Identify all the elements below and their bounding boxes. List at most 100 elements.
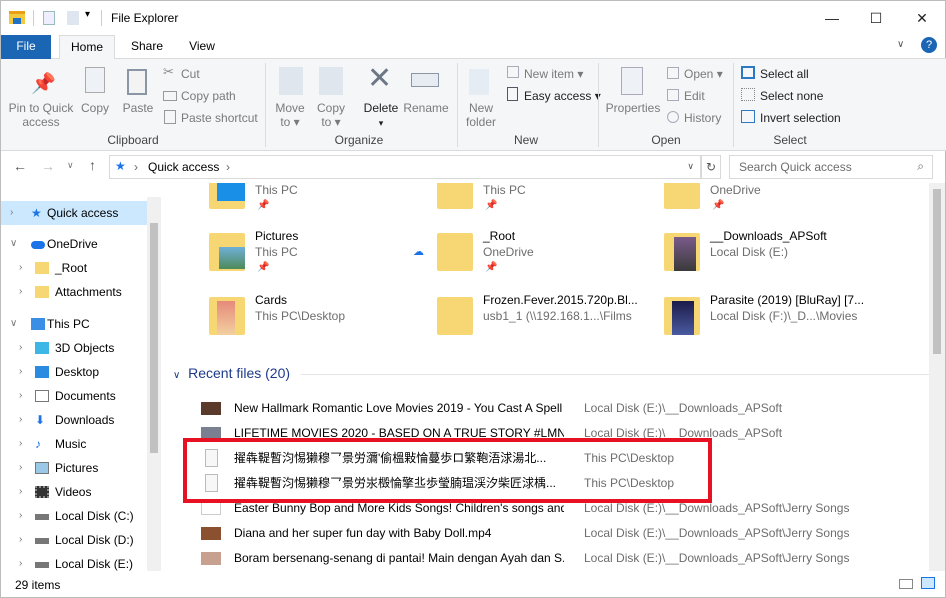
details-view-button[interactable] xyxy=(899,579,913,589)
properties-quick-icon[interactable] xyxy=(43,11,55,25)
tab-home[interactable]: Home xyxy=(59,35,115,60)
ribbon-tabs: File Home Share View ∨ ? xyxy=(1,35,946,60)
downloads-folder-icon xyxy=(437,183,473,209)
sidebar-item-this-pc[interactable]: ∨ This PC xyxy=(1,312,147,336)
folder-icon xyxy=(35,286,49,298)
new-folder-button[interactable]: New folder xyxy=(461,101,501,129)
cloud-icon xyxy=(31,241,45,249)
sidebar-item-onedrive[interactable]: ∨ OneDrive xyxy=(1,232,147,256)
sidebar-item-music[interactable]: › ♪ Music xyxy=(1,432,147,456)
folder-tile[interactable]: _Root OneDrive 📌 xyxy=(437,229,687,285)
star-icon: ★ xyxy=(31,206,42,220)
copy-icon xyxy=(85,67,105,93)
folder-icon xyxy=(35,262,49,274)
delete-button[interactable]: Delete ▾ xyxy=(361,101,401,130)
sidebar-item-root[interactable]: › _Root xyxy=(1,256,147,280)
refresh-button[interactable]: ↻ xyxy=(701,155,721,179)
open-group-label: Open xyxy=(651,133,681,147)
open-button[interactable]: Open ▾ xyxy=(684,67,723,81)
new-item-button[interactable]: New item ▾ xyxy=(524,67,583,81)
customize-toolbar-icon[interactable]: ▾ xyxy=(85,9,90,20)
drive-icon xyxy=(35,514,49,520)
folder-tile[interactable]: __Downloads_APSoft Local Disk (E:) xyxy=(664,229,914,285)
sidebar-item-local-disk-c[interactable]: › Local Disk (C:) xyxy=(1,504,147,528)
copy-button[interactable]: Copy xyxy=(77,101,113,115)
recent-file-row[interactable]: New Hallmark Romantic Love Movies 2019 -… xyxy=(201,396,941,421)
folder-tile[interactable]: This PC 📌 xyxy=(437,183,687,223)
recent-locations-button[interactable]: ∨ xyxy=(67,160,74,171)
new-folder-quick-icon[interactable] xyxy=(67,11,79,25)
copy-path-icon xyxy=(163,91,177,101)
address-path[interactable]: Quick access xyxy=(148,160,219,174)
folder-tile[interactable]: Frozen.Fever.2015.720p.Bl... usb1_1 (\\19… xyxy=(437,293,687,349)
tab-file[interactable]: File xyxy=(1,35,51,59)
close-button[interactable]: ✕ xyxy=(899,1,945,35)
sidebar-item-pictures[interactable]: › Pictures xyxy=(1,456,147,480)
paste-shortcut-icon xyxy=(164,110,176,124)
folder-icon xyxy=(437,233,473,271)
address-bar[interactable]: ★ › Quick access › ∨ xyxy=(109,155,701,179)
collapse-ribbon-icon[interactable]: ∨ xyxy=(897,39,904,50)
delete-icon: ✕ xyxy=(367,62,393,95)
copy-to-button[interactable]: Copy to ▾ xyxy=(311,101,351,129)
easy-access-button[interactable]: Easy access ▾ xyxy=(524,89,601,103)
sidebar-item-downloads[interactable]: › ⬇ Downloads xyxy=(1,408,147,432)
back-button[interactable]: ← xyxy=(13,158,27,174)
up-button[interactable]: ↑ xyxy=(89,157,96,173)
large-icons-view-button[interactable] xyxy=(921,577,935,589)
search-input[interactable]: Search Quick access ⌕ xyxy=(729,155,933,179)
cut-button[interactable]: Cut xyxy=(181,67,200,81)
sidebar-item-videos[interactable]: › Videos xyxy=(1,480,147,504)
cube-icon xyxy=(35,342,49,354)
select-group-label: Select xyxy=(773,133,807,147)
select-all-icon xyxy=(741,66,755,79)
sidebar-item-documents[interactable]: › Documents xyxy=(1,384,147,408)
sidebar-item-desktop[interactable]: › Desktop xyxy=(1,360,147,384)
pictures-folder-icon xyxy=(209,233,245,271)
tab-view[interactable]: View xyxy=(175,35,229,59)
select-none-icon xyxy=(741,88,755,101)
recent-file-row[interactable]: Boram bersenang-senang di pantai! Main d… xyxy=(201,546,941,571)
properties-button[interactable]: Properties xyxy=(605,101,661,115)
forward-button[interactable]: → xyxy=(41,158,55,174)
recent-files-header[interactable]: ∨ Recent files (20) xyxy=(173,365,290,381)
pin-icon: 📌 xyxy=(257,262,270,273)
sidebar-scrollbar[interactable] xyxy=(147,197,161,571)
properties-icon xyxy=(621,67,643,95)
content-scrollbar[interactable] xyxy=(929,183,945,571)
maximize-button[interactable]: ☐ xyxy=(853,1,899,35)
pin-to-quick-access-button[interactable]: Pin to Quick access xyxy=(5,101,77,129)
tab-share[interactable]: Share xyxy=(119,35,175,59)
select-none-button[interactable]: Select none xyxy=(760,89,823,103)
move-to-button[interactable]: Move to ▾ xyxy=(271,101,309,129)
navigation-pane: › ★ Quick access ∨ OneDrive › _Root › Attachm… xyxy=(1,197,161,571)
highlight-annotation-box xyxy=(183,438,712,503)
recent-file-row[interactable]: Diana and her super fun day with Baby Do… xyxy=(201,521,941,546)
folder-tile[interactable]: Cards This PC\Desktop xyxy=(209,293,459,349)
pictures-icon xyxy=(35,462,49,474)
sidebar-item-quick-access[interactable]: › ★ Quick access xyxy=(1,201,147,225)
help-icon[interactable]: ? xyxy=(921,37,937,53)
paste-button[interactable]: Paste xyxy=(119,101,157,115)
paste-shortcut-button[interactable]: Paste shortcut xyxy=(181,111,258,125)
pin-icon: 📌 xyxy=(257,200,270,211)
window-title: File Explorer xyxy=(111,11,179,25)
folder-tile[interactable]: This PC 📌 xyxy=(209,183,459,223)
invert-selection-button[interactable]: Invert selection xyxy=(760,111,841,125)
folder-tile[interactable]: OneDrive 📌 xyxy=(664,183,914,223)
folder-tile[interactable]: Parasite (2019) [BluRay] [7... Local Disk… xyxy=(664,293,914,349)
rename-button[interactable]: Rename xyxy=(403,101,449,115)
onedrive-docs-folder-icon xyxy=(664,183,700,209)
history-button[interactable]: History xyxy=(684,111,721,125)
copy-path-button[interactable]: Copy path xyxy=(181,89,236,103)
title-bar: ▾ File Explorer — ☐ ✕ xyxy=(1,1,946,35)
blank-file-icon xyxy=(201,502,221,515)
sidebar-item-attachments[interactable]: › Attachments xyxy=(1,280,147,304)
minimize-button[interactable]: — xyxy=(809,1,855,35)
sidebar-item-3d-objects[interactable]: › 3D Objects xyxy=(1,336,147,360)
edit-icon xyxy=(667,89,679,101)
edit-button[interactable]: Edit xyxy=(684,89,705,103)
select-all-button[interactable]: Select all xyxy=(760,67,809,81)
address-dropdown-icon[interactable]: ∨ xyxy=(687,161,694,172)
sidebar-item-local-disk-d[interactable]: › Local Disk (D:) xyxy=(1,528,147,552)
